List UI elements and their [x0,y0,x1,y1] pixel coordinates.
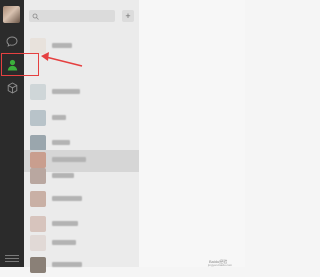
contact-name [52,157,86,162]
contact-row[interactable] [24,166,139,188]
user-avatar[interactable] [3,6,20,23]
contact-name [52,196,82,201]
contact-row[interactable] [24,82,139,104]
contact-name [52,140,70,145]
watermark-url: jingyan.baidu.com [208,263,233,267]
contact-row[interactable] [24,233,139,255]
contact-avatar [30,191,46,207]
chat-bubble-icon[interactable] [4,33,20,49]
contact-name [52,115,66,120]
contact-name [52,173,74,178]
contact-row[interactable] [24,108,139,130]
contact-avatar [30,235,46,251]
contact-name [52,43,72,48]
sidebar-nav [0,0,24,267]
contact-avatar [30,216,46,232]
contact-avatar [30,257,46,273]
contact-avatar [30,38,46,54]
detail-pane [139,0,245,267]
contact-avatar [30,135,46,151]
search-icon [32,13,39,20]
contact-name [52,89,80,94]
contact-avatar [30,168,46,184]
contact-name [52,262,82,267]
contact-list-panel: + [24,0,139,273]
menu-icon[interactable] [5,253,19,263]
contact-row[interactable] [24,189,139,211]
contact-name [52,221,78,226]
contact-row[interactable] [24,36,139,58]
search-box[interactable] [29,10,115,22]
contact-name [52,240,76,245]
contact-row[interactable] [24,255,139,277]
favorites-cube-icon[interactable] [4,80,20,96]
add-button[interactable]: + [122,10,134,22]
contact-avatar [30,110,46,126]
highlight-box [1,53,39,76]
contact-avatar [30,84,46,100]
